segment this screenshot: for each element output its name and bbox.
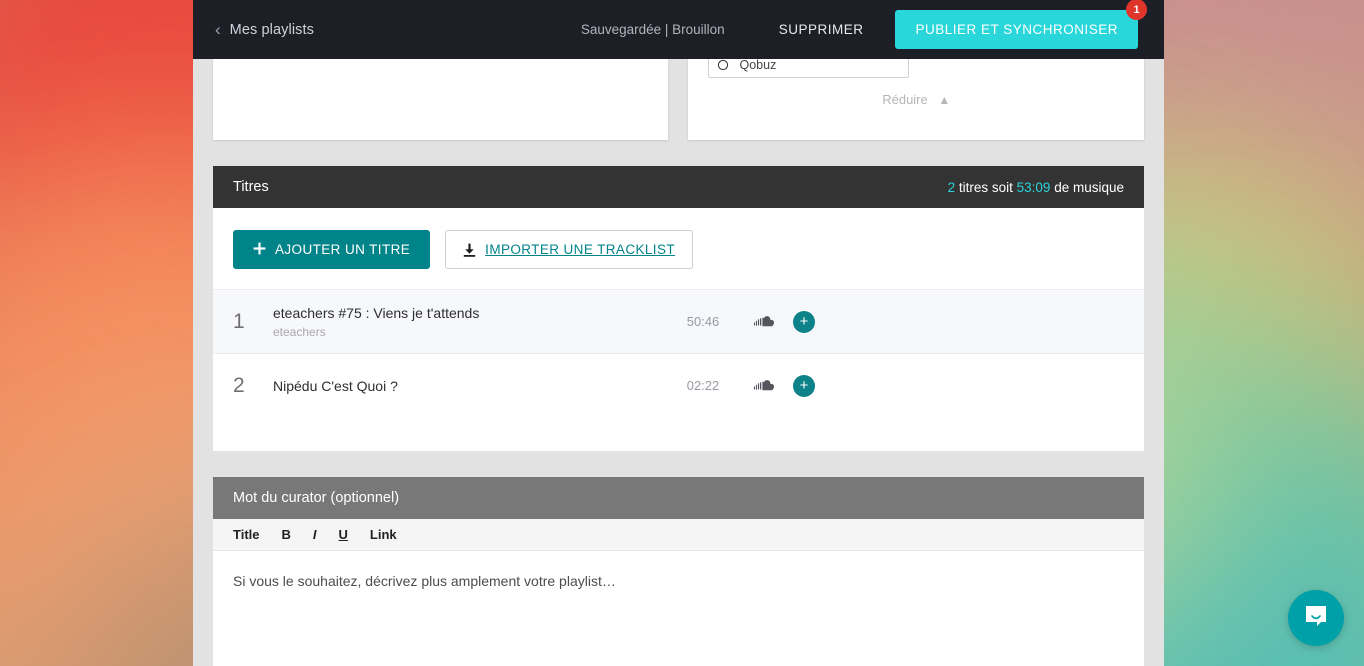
publish-button-wrap: PUBLIER ET SYNCHRONISER 1 [895, 0, 1147, 49]
plus-icon [253, 242, 266, 258]
chevron-double-up-icon: ▲ [938, 93, 951, 107]
track-number: 1 [233, 309, 245, 333]
import-tracklist-button[interactable]: IMPORTER UNE TRACKLIST [445, 230, 694, 269]
tracks-body: AJOUTER UN TITRE IMPORTER UNE TRACKLIST [213, 208, 1144, 451]
track-title: eteachers #75 : Viens je t'attends [273, 304, 480, 321]
add-to-playlist-button[interactable]: + [793, 310, 815, 333]
back-to-playlists-link[interactable]: ‹ Mes playlists [215, 21, 314, 38]
track-icons: + [754, 374, 815, 397]
track-artist: eteachers [273, 324, 326, 339]
page-content-column: Titre de la playlist... Décrivez l'espri… [193, 0, 1164, 666]
status-badge: 1 [1126, 0, 1147, 20]
rich-text-toolbar: Title B I U Link [213, 519, 1144, 551]
add-track-label: AJOUTER UN TITRE [275, 242, 411, 257]
chevron-left-icon: ‹ [215, 20, 221, 39]
qobuz-icon [716, 58, 730, 72]
service-label: Qobuz [739, 58, 777, 72]
delete-button[interactable]: SUPPRIMER [779, 22, 864, 37]
curator-section: Mot du curator (optionnel) Title B I U L… [193, 477, 1164, 666]
curator-text-editor[interactable]: Si vous le souhaitez, décrivez plus ampl… [213, 551, 1144, 666]
add-track-button[interactable]: AJOUTER UN TITRE [233, 230, 431, 269]
toolbar-title-button[interactable]: Title [233, 527, 260, 542]
soundcloud-icon [754, 379, 777, 392]
track-meta: eteachers #75 : Viens je t'attends eteac… [273, 305, 658, 339]
save-status: Sauvegardée | Brouillon [580, 22, 725, 37]
intercom-chat-launcher[interactable] [1288, 590, 1344, 646]
download-icon [463, 243, 476, 257]
back-to-playlists-label: Mes playlists [229, 21, 314, 38]
toolbar-bold-button[interactable]: B [282, 527, 291, 542]
toolbar-italic-button[interactable]: I [313, 527, 317, 542]
collapse-links-label: Réduire [882, 92, 928, 107]
chat-bubble-icon [1302, 602, 1330, 635]
curator-placeholder: Si vous le souhaitez, décrivez plus ampl… [233, 573, 616, 589]
tracks-count-mid: titres soit [955, 179, 1017, 195]
curator-section-header: Mot du curator (optionnel) [213, 477, 1144, 519]
publish-and-sync-button[interactable]: PUBLIER ET SYNCHRONISER [895, 10, 1138, 49]
tracks-actions: AJOUTER UN TITRE IMPORTER UNE TRACKLIST [213, 208, 1144, 289]
table-row[interactable]: 2 Nipédu C'est Quoi ? 02:22 + [213, 353, 1144, 417]
track-number: 2 [233, 373, 245, 397]
collapse-links-button[interactable]: Réduire ▲ [708, 92, 1124, 107]
table-row[interactable]: 1 eteachers #75 : Viens je t'attends ete… [213, 289, 1144, 353]
track-duration: 02:22 [686, 378, 720, 393]
add-to-playlist-button[interactable]: + [793, 374, 815, 397]
track-meta: Nipédu C'est Quoi ? [273, 378, 658, 394]
tracks-bottom-spacer [213, 417, 1144, 451]
tracks-section: Titres 2 titres soit 53:09 de musique AJ… [193, 166, 1164, 451]
top-navbar: ‹ Mes playlists Sauvegardée | Brouillon … [193, 0, 1164, 59]
soundcloud-icon [754, 315, 777, 328]
tracks-section-title: Titres [233, 179, 269, 195]
import-tracklist-label: IMPORTER UNE TRACKLIST [485, 242, 676, 257]
tracks-count-end: de musique [1050, 179, 1124, 195]
tracks-total-duration: 53:09 [1016, 179, 1051, 195]
tracks-count-value: 2 [947, 179, 956, 195]
track-duration: 50:46 [686, 314, 720, 329]
tracks-section-header: Titres 2 titres soit 53:09 de musique [213, 166, 1144, 208]
track-icons: + [754, 310, 815, 333]
toolbar-link-button[interactable]: Link [370, 527, 397, 542]
tracks-summary: 2 titres soit 53:09 de musique [948, 180, 1124, 195]
track-title: Nipédu C'est Quoi ? [273, 377, 398, 394]
toolbar-underline-button[interactable]: U [339, 527, 348, 542]
curator-section-title: Mot du curator (optionnel) [233, 490, 400, 506]
